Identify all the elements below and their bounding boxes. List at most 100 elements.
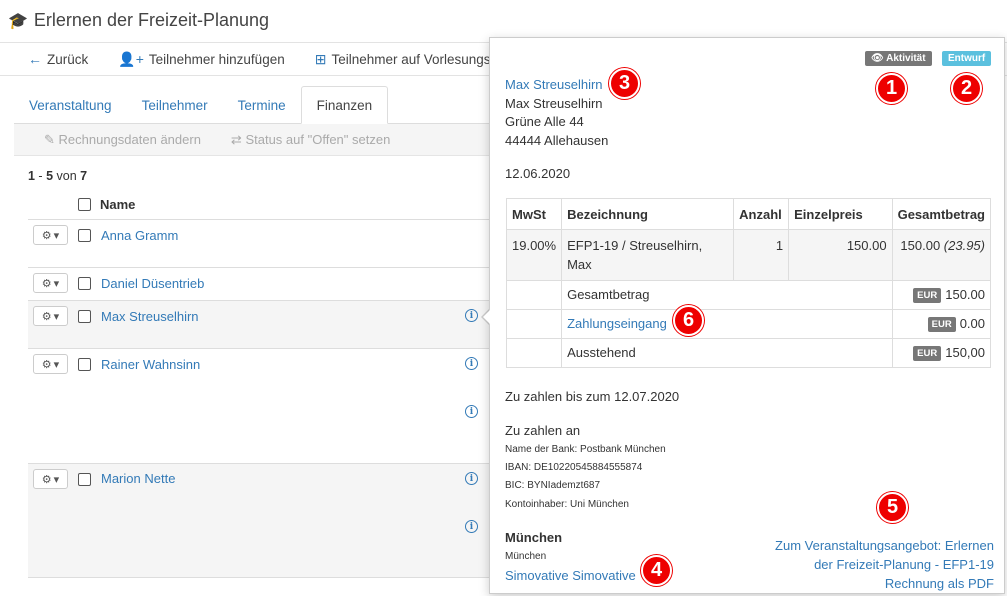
col-vat: MwSt — [505, 198, 563, 230]
info-icon[interactable]: i — [465, 357, 478, 370]
payment-link[interactable]: Zahlungseingang — [561, 309, 893, 340]
tab-veranstaltung[interactable]: Veranstaltung — [14, 88, 127, 123]
col-description: Bezeichnung — [561, 198, 735, 230]
col-total: Gesamtbetrag — [891, 198, 992, 230]
page-header: 🎓 Erlernen der Freizeit-Planung — [8, 10, 269, 31]
annotation-marker-2: 2 — [951, 73, 982, 104]
caret-down-icon: ▾ — [53, 310, 60, 323]
item-description: EFP1-19 / Streuselhirn, Max — [561, 229, 735, 281]
participant-link[interactable]: Anna Gramm — [101, 228, 178, 243]
info-icon[interactable]: i — [465, 405, 478, 418]
empty-cell — [505, 309, 563, 340]
pdf-link[interactable]: Rechnung als PDF — [775, 574, 994, 593]
invoice-popover: 👁 Aktivität Entwurf Max Streuselhirn Max… — [489, 37, 1005, 594]
invoice-date: 12.06.2020 — [505, 166, 571, 181]
popover-arrow-inner — [483, 309, 491, 325]
tab-termine[interactable]: Termine — [223, 88, 301, 123]
annotation-marker-3: 3 — [609, 68, 640, 99]
table-row: ⚙ ▾ Daniel Düsentrieb — [28, 268, 494, 301]
col-unit-price: Einzelpreis — [788, 198, 893, 230]
sitemap-icon: ⊞ — [314, 50, 327, 67]
table-row: ⚙ ▾ Anna Gramm — [28, 220, 494, 268]
annotation-marker-5: 5 — [877, 492, 908, 523]
tab-finanzen[interactable]: Finanzen — [300, 86, 389, 124]
draft-badge: Entwurf — [942, 51, 992, 66]
info-icon[interactable]: i — [465, 472, 478, 485]
back-button[interactable]: ← Zurück — [28, 51, 88, 67]
offer-link-line-2[interactable]: der Freizeit-Planung - EFP1-19 — [775, 555, 994, 574]
row-actions-dropdown[interactable]: ⚙ ▾ — [33, 469, 68, 489]
tab-teilnehmer[interactable]: Teilnehmer — [127, 88, 223, 123]
activity-badge-label: Aktivität — [886, 53, 926, 64]
account-owner: Kontoinhaber: Uni München — [505, 499, 629, 510]
row-checkbox[interactable] — [78, 310, 91, 323]
activity-badge[interactable]: 👁 Aktivität — [865, 51, 932, 66]
outstanding-value: 150,00 — [945, 345, 985, 361]
row-checkbox[interactable] — [78, 473, 91, 486]
invoice-header-row: MwSt Bezeichnung Anzahl Einzelpreis Gesa… — [505, 198, 992, 230]
finance-actions-bar: ✎ Rechnungsdaten ändern ⇄ Status auf "Of… — [14, 124, 494, 156]
row-actions-dropdown[interactable]: ⚙ ▾ — [33, 273, 68, 293]
participant-link[interactable]: Marion Nette — [101, 471, 175, 486]
offer-link-line-1[interactable]: Zum Veranstaltungsangebot: Erlernen — [775, 536, 994, 555]
pagination-info: 1 - 5 von 7 — [28, 169, 88, 183]
empty-cell — [505, 279, 563, 311]
exchange-icon: ⇄ — [230, 131, 242, 147]
graduation-cap-icon: 🎓 — [8, 12, 28, 30]
participant-link[interactable]: Rainer Wahnsinn — [101, 357, 200, 372]
item-vat: 19.00% — [505, 229, 563, 281]
item-total-vat: (23.95) — [943, 238, 985, 253]
pager-from: 1 — [28, 169, 35, 183]
info-icon[interactable]: i — [465, 309, 478, 322]
annotation-marker-6: 6 — [673, 305, 704, 336]
recipient-link[interactable]: Max Streuselhirn — [505, 77, 603, 92]
gear-icon: ⚙ — [41, 358, 52, 371]
iban: IBAN: DE10220545884555874 — [505, 462, 643, 473]
user-plus-icon: 👤+ — [118, 50, 144, 67]
bic: BIC: BYNIademzt687 — [505, 480, 601, 491]
app-root: 🎓 Erlernen der Freizeit-Planung ← Zurück… — [0, 0, 1007, 596]
add-participant-label: Teilnehmer hinzufügen — [148, 51, 285, 67]
participant-link[interactable]: Daniel Düsentrieb — [101, 276, 204, 291]
edit-invoice-button[interactable]: ✎ Rechnungsdaten ändern — [44, 132, 201, 148]
item-quantity: 1 — [733, 229, 790, 281]
caret-down-icon: ▾ — [53, 277, 60, 290]
invoice-item-row: 19.00% EFP1-19 / Streuselhirn, Max 1 150… — [505, 229, 992, 281]
pay-to-heading: Zu zahlen an — [505, 423, 581, 438]
row-actions-dropdown[interactable]: ⚙ ▾ — [33, 354, 68, 374]
row-checkbox[interactable] — [78, 229, 91, 242]
participant-link[interactable]: Max Streuselhirn — [101, 309, 199, 324]
org-link[interactable]: Simovative Simovative — [505, 568, 636, 583]
pager-total: 7 — [80, 169, 88, 183]
page-title: Erlernen der Freizeit-Planung — [33, 10, 270, 30]
gear-icon: ⚙ — [41, 277, 52, 290]
row-checkbox[interactable] — [78, 277, 91, 290]
recipient-street: Grüne Alle 44 — [505, 114, 584, 129]
row-actions-dropdown[interactable]: ⚙ ▾ — [33, 225, 68, 245]
tab-bar: Veranstaltung Teilnehmer Termine Finanze… — [14, 84, 494, 124]
due-date: Zu zahlen bis zum 12.07.2020 — [505, 389, 680, 404]
info-icon[interactable]: i — [465, 520, 478, 533]
table-row: ⚙ ▾ Marion Nette i i — [28, 464, 494, 578]
total-value: 150.00 — [945, 287, 985, 302]
empty-cell — [505, 338, 563, 369]
bank-name: Name der Bank: Postbank München — [505, 444, 666, 455]
set-open-label: Status auf "Offen" setzen — [245, 131, 391, 147]
item-total: 150.00 (23.95) — [891, 229, 992, 281]
payment-row: Zahlungseingang EUR 0.00 — [505, 309, 992, 340]
table-row: ⚙ ▾ Rainer Wahnsinn i i — [28, 349, 494, 464]
pencil-icon: ✎ — [44, 131, 55, 147]
row-actions-dropdown[interactable]: ⚙ ▾ — [33, 306, 68, 326]
row-checkbox[interactable] — [78, 358, 91, 371]
currency-badge: EUR — [913, 288, 942, 304]
select-all-checkbox[interactable] — [78, 198, 91, 211]
add-participant-button[interactable]: 👤+ Teilnehmer hinzufügen — [118, 51, 284, 68]
set-open-button[interactable]: ⇄ Status auf "Offen" setzen — [231, 132, 390, 148]
caret-down-icon: ▾ — [53, 229, 60, 242]
arrow-left-icon: ← — [28, 51, 42, 67]
total-label: Gesamtbetrag — [561, 279, 893, 311]
outstanding-amount: EUR 150,00 — [891, 338, 992, 369]
caret-down-icon: ▾ — [53, 473, 60, 486]
name-column-header[interactable]: Name — [100, 197, 135, 212]
total-row: Gesamtbetrag EUR 150.00 — [505, 279, 992, 311]
